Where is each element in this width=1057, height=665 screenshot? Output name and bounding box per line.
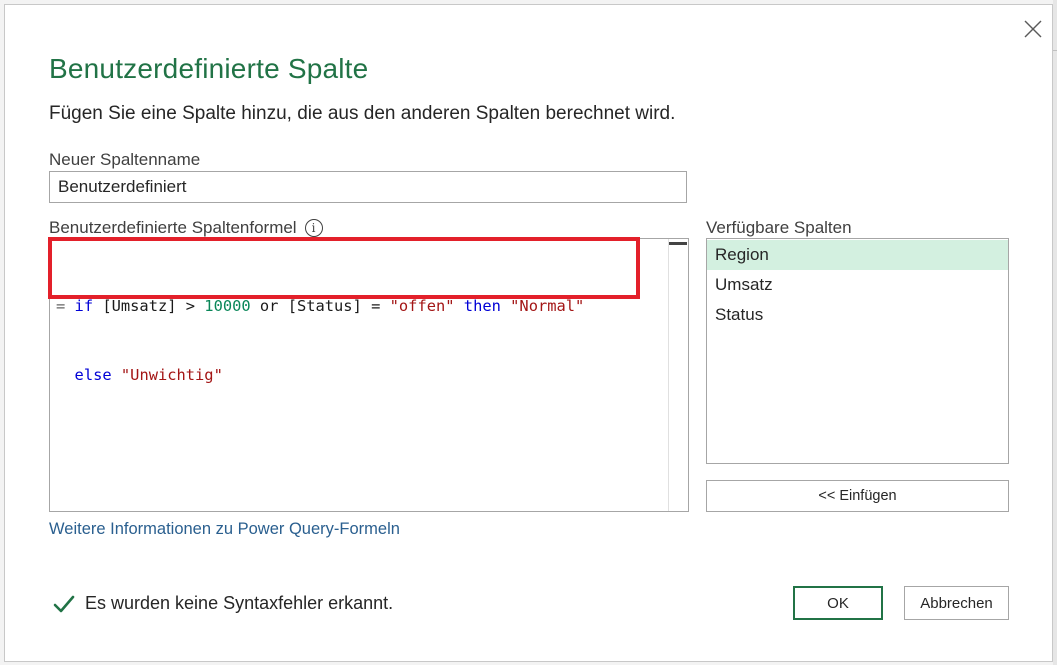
window-edge <box>1053 0 1057 665</box>
formula-token: "offen" <box>389 297 455 315</box>
available-columns-list[interactable]: Region Umsatz Status <box>706 238 1009 464</box>
column-item-region[interactable]: Region <box>707 240 1008 270</box>
formula-code: = if [Umsatz] > 10000 or [Status] = "off… <box>56 249 584 433</box>
formula-token <box>501 297 510 315</box>
formula-token: if <box>74 297 94 315</box>
custom-column-dialog: Benutzerdefinierte Spalte Fügen Sie eine… <box>4 4 1053 662</box>
close-button[interactable] <box>1017 13 1049 45</box>
editor-scrollbar[interactable] <box>668 239 688 511</box>
window-edge-divider <box>1053 50 1057 51</box>
formula-token <box>112 366 121 384</box>
formula-token: "Unwichtig" <box>120 366 223 384</box>
insert-button[interactable]: << Einfügen <box>706 480 1009 512</box>
new-column-name-input[interactable] <box>49 171 687 203</box>
editor-scroll-thumb[interactable] <box>669 242 687 245</box>
info-icon[interactable]: i <box>304 219 323 237</box>
column-item-status[interactable]: Status <box>707 300 1008 330</box>
dialog-subtitle: Fügen Sie eine Spalte hinzu, die aus den… <box>49 103 676 124</box>
formula-token <box>455 297 464 315</box>
formula-line: = if [Umsatz] > 10000 or [Status] = "off… <box>56 295 584 318</box>
formula-token: [Umsatz] > <box>93 297 205 315</box>
formula-token: = <box>56 297 75 315</box>
check-icon <box>53 595 75 612</box>
column-item-umsatz[interactable]: Umsatz <box>707 270 1008 300</box>
formula-token: else <box>74 366 112 384</box>
formula-line: else "Unwichtig" <box>56 364 584 387</box>
dialog-title: Benutzerdefinierte Spalte <box>49 53 369 84</box>
formula-token: or [Status] = <box>250 297 390 315</box>
help-link[interactable]: Weitere Informationen zu Power Query-For… <box>49 520 400 539</box>
ok-button[interactable]: OK <box>793 586 883 620</box>
available-columns-label: Verfügbare Spalten <box>706 218 852 237</box>
close-icon <box>1024 20 1042 38</box>
cancel-button[interactable]: Abbrechen <box>904 586 1009 620</box>
formula-token: 10000 <box>204 297 251 315</box>
syntax-status-text: Es wurden keine Syntaxfehler erkannt. <box>85 593 394 613</box>
formula-editor[interactable]: = if [Umsatz] > 10000 or [Status] = "off… <box>49 238 689 512</box>
formula-label-row: Benutzerdefinierte Spaltenformel i <box>49 218 323 238</box>
formula-token: "Normal" <box>510 297 585 315</box>
new-column-name-label: Neuer Spaltenname <box>49 150 201 169</box>
syntax-status: Es wurden keine Syntaxfehler erkannt. <box>53 593 393 614</box>
formula-token <box>56 366 75 384</box>
formula-token: then <box>463 297 501 315</box>
formula-label: Benutzerdefinierte Spaltenformel <box>49 218 297 237</box>
